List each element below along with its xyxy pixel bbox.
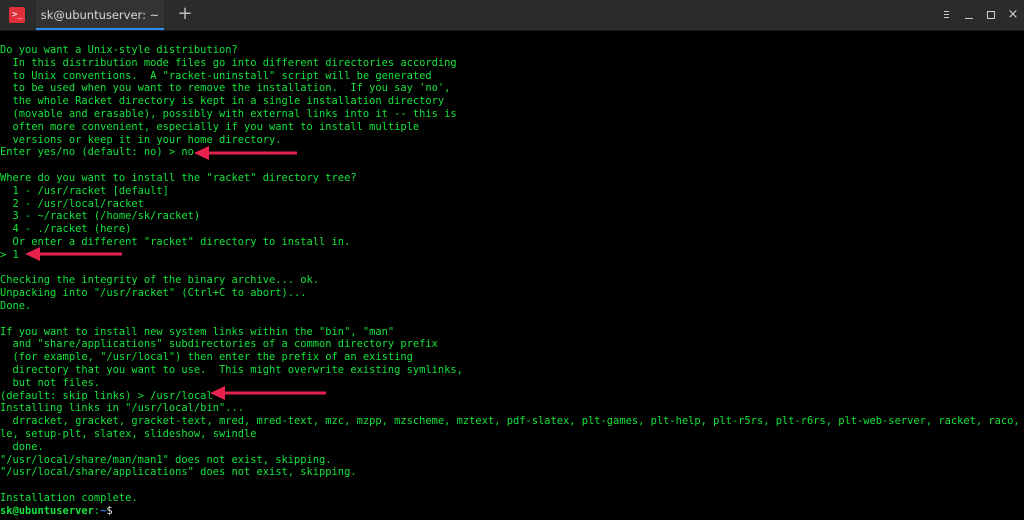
- annotation-arrows: [25, 146, 326, 400]
- arrow-head: [25, 247, 40, 261]
- arrow-head: [210, 386, 225, 400]
- arrow-icon: [210, 386, 326, 400]
- arrow-icon: [194, 146, 297, 160]
- arrow-icon: [25, 247, 122, 261]
- arrow-head: [194, 146, 209, 160]
